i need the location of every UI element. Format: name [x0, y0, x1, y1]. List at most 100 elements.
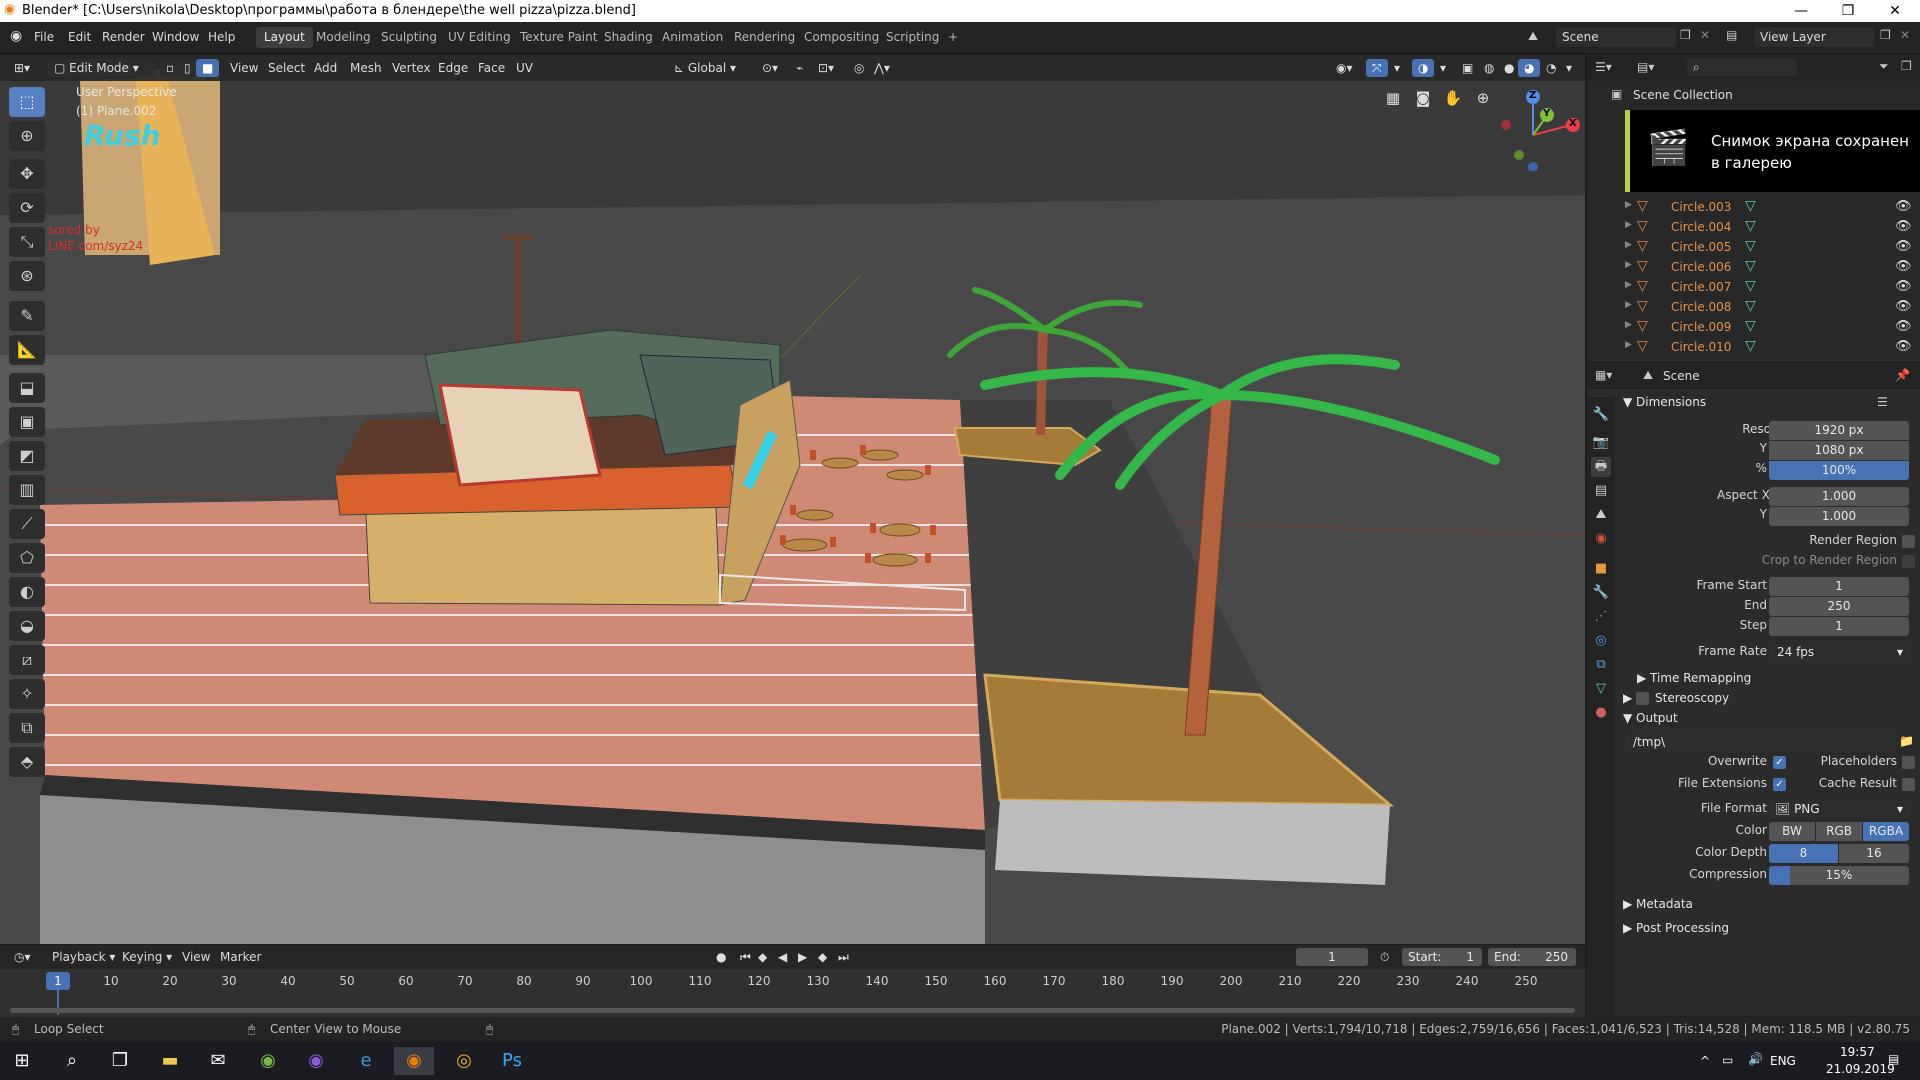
- expand-arrow-icon[interactable]: ▶: [1625, 200, 1632, 210]
- 3d-viewport[interactable]: Rush sored by LINE.com/syz24 ⊞▾ ▢ Edit M…: [0, 55, 1585, 944]
- render-tab-icon[interactable]: 📷: [1591, 433, 1611, 453]
- shading-dropdown-icon[interactable]: ▾: [1560, 59, 1578, 77]
- face-select-mode-icon[interactable]: ■: [196, 59, 220, 77]
- properties-editor-type-icon[interactable]: ▦▾: [1595, 368, 1612, 382]
- delete-view-layer-icon[interactable]: ✕: [1900, 28, 1910, 42]
- mesh-menu[interactable]: Mesh: [344, 59, 388, 77]
- jump-end-icon[interactable]: ⏭: [832, 948, 855, 966]
- orientation-dropdown[interactable]: ⊾ Global ▾: [668, 59, 746, 77]
- frame-step-field[interactable]: 1: [1769, 617, 1909, 636]
- display-mode-icon[interactable]: ▤▾: [1637, 60, 1654, 74]
- color-rgba-button[interactable]: RGBA: [1863, 822, 1909, 841]
- pivot-icon[interactable]: ⊙▾: [756, 59, 784, 77]
- outliner-row[interactable]: ▶ ▽ Circle.003 ▽ 👁: [1587, 198, 1920, 218]
- constraints-tab-icon[interactable]: ⧉: [1591, 655, 1611, 675]
- object-name[interactable]: Circle.005: [1671, 240, 1731, 254]
- output-path-field[interactable]: /tmp\: [1627, 733, 1897, 752]
- eye-icon[interactable]: 👁: [1895, 319, 1912, 334]
- menu-help[interactable]: Help: [208, 30, 235, 44]
- gizmo-toggle-icon[interactable]: ⤧: [1366, 59, 1388, 77]
- menu-window[interactable]: Window: [152, 30, 199, 44]
- dimensions-panel-header[interactable]: ▼ Dimensions: [1623, 391, 1706, 413]
- play-reverse-icon[interactable]: ◀: [772, 948, 793, 966]
- shear-tool-icon[interactable]: ⧉: [9, 713, 45, 743]
- outliner-row[interactable]: ▶ ▽ Circle.007 ▽ 👁: [1587, 278, 1920, 298]
- overwrite-checkbox[interactable]: ✓: [1773, 756, 1786, 769]
- material-tab-icon[interactable]: ●: [1591, 703, 1611, 723]
- search-icon[interactable]: ⌕: [52, 1047, 92, 1075]
- marker-menu[interactable]: Marker: [214, 948, 267, 966]
- new-scene-icon[interactable]: ❐: [1680, 28, 1691, 42]
- blender-menu-icon[interactable]: ◉: [10, 28, 22, 44]
- tab-texture-paint[interactable]: Texture Paint: [512, 27, 605, 48]
- current-frame-field[interactable]: 1: [1296, 948, 1368, 966]
- shrink-fatten-tool-icon[interactable]: ✧: [9, 679, 45, 709]
- edge-browser-icon[interactable]: e: [346, 1047, 386, 1075]
- select-menu[interactable]: Select: [262, 59, 311, 77]
- zoom-icon[interactable]: ⊕: [1470, 85, 1496, 111]
- add-workspace-button[interactable]: +: [940, 27, 966, 48]
- media-player-icon[interactable]: ◉: [296, 1047, 336, 1075]
- eye-icon[interactable]: 👁: [1895, 219, 1912, 234]
- placeholders-checkbox[interactable]: [1902, 756, 1915, 769]
- start-frame-field[interactable]: Start: 1: [1402, 948, 1482, 966]
- output-tab-icon[interactable]: 🖶: [1591, 457, 1611, 477]
- eye-icon[interactable]: 👁: [1895, 339, 1912, 354]
- extrude-tool-icon[interactable]: ⬓: [9, 373, 45, 403]
- minimize-button[interactable]: —: [1778, 0, 1824, 22]
- metadata-panel-header[interactable]: ▶ Metadata: [1623, 893, 1693, 915]
- stopwatch-icon[interactable]: ⏱: [1374, 948, 1395, 966]
- resolution-y-field[interactable]: 1080 px: [1769, 441, 1909, 460]
- menu-render[interactable]: Render: [102, 30, 145, 44]
- clock-time[interactable]: 19:57: [1840, 1045, 1875, 1059]
- chrome-icon[interactable]: ◎: [444, 1047, 484, 1075]
- tab-shading[interactable]: Shading: [596, 27, 661, 48]
- tab-uv-editing[interactable]: UV Editing: [440, 27, 519, 48]
- falloff-icon[interactable]: ⋀▾: [868, 59, 896, 77]
- eye-icon[interactable]: 👁: [1895, 259, 1912, 274]
- time-remapping-header[interactable]: ▶ Time Remapping: [1637, 667, 1751, 689]
- frame-start-field[interactable]: 1: [1769, 577, 1909, 596]
- playback-menu[interactable]: Playback ▾: [46, 948, 121, 966]
- eye-icon[interactable]: 👁: [1895, 239, 1912, 254]
- close-button[interactable]: ✕: [1872, 0, 1918, 22]
- mail-icon[interactable]: ✉: [198, 1047, 238, 1075]
- mode-dropdown[interactable]: ▢ Edit Mode ▾: [48, 59, 154, 77]
- delete-scene-icon[interactable]: ✕: [1700, 28, 1710, 42]
- scene-tab-icon[interactable]: ⛰: [1591, 505, 1611, 525]
- expand-arrow-icon[interactable]: ▶: [1625, 220, 1632, 230]
- frame-rate-dropdown[interactable]: 24 fps ▾: [1769, 643, 1909, 662]
- tab-scripting[interactable]: Scripting: [878, 27, 947, 48]
- expand-arrow-icon[interactable]: ▶: [1625, 340, 1632, 350]
- face-menu[interactable]: Face: [472, 59, 511, 77]
- prev-keyframe-icon[interactable]: ◆: [752, 948, 773, 966]
- edge-slide-tool-icon[interactable]: ⧄: [9, 645, 45, 675]
- timeline-editor-type-icon[interactable]: ◷▾: [8, 948, 37, 966]
- tool-tab-icon[interactable]: 🔧: [1591, 405, 1611, 425]
- expand-arrow-icon[interactable]: ▶: [1625, 260, 1632, 270]
- color-rgb-button[interactable]: RGB: [1816, 822, 1862, 841]
- timeline-view-menu[interactable]: View: [176, 948, 216, 966]
- presets-icon[interactable]: ☰: [1877, 395, 1888, 409]
- resolution-x-field[interactable]: 1920 px: [1769, 421, 1909, 440]
- end-frame-field[interactable]: End: 250: [1488, 948, 1576, 966]
- view-layer-field[interactable]: View Layer: [1754, 27, 1874, 47]
- clock-date[interactable]: 21.09.2019: [1826, 1062, 1895, 1076]
- crop-region-checkbox[interactable]: [1902, 555, 1915, 568]
- eye-icon[interactable]: 👁: [1895, 199, 1912, 214]
- outliner-row[interactable]: ▶ ▽ Circle.008 ▽ 👁: [1587, 298, 1920, 318]
- knife-tool-icon[interactable]: ⟋: [9, 509, 45, 539]
- inset-tool-icon[interactable]: ▣: [9, 407, 45, 437]
- transform-tool-icon[interactable]: ⊛: [9, 261, 45, 291]
- timeline-scrollbar[interactable]: [10, 1008, 1575, 1013]
- new-view-layer-icon[interactable]: ❐: [1880, 28, 1891, 42]
- tab-rendering[interactable]: Rendering: [726, 27, 803, 48]
- file-format-dropdown[interactable]: 🖼 PNG ▾: [1769, 800, 1909, 819]
- spin-tool-icon[interactable]: ◐: [9, 577, 45, 607]
- object-name[interactable]: Circle.008: [1671, 300, 1731, 314]
- language-indicator[interactable]: ENG: [1770, 1054, 1796, 1068]
- tray-arrow-icon[interactable]: ^: [1700, 1054, 1710, 1068]
- toggle-grid-icon[interactable]: ▦: [1380, 85, 1406, 111]
- world-tab-icon[interactable]: ◉: [1591, 529, 1611, 549]
- filter-icon[interactable]: ⏷: [1879, 59, 1889, 74]
